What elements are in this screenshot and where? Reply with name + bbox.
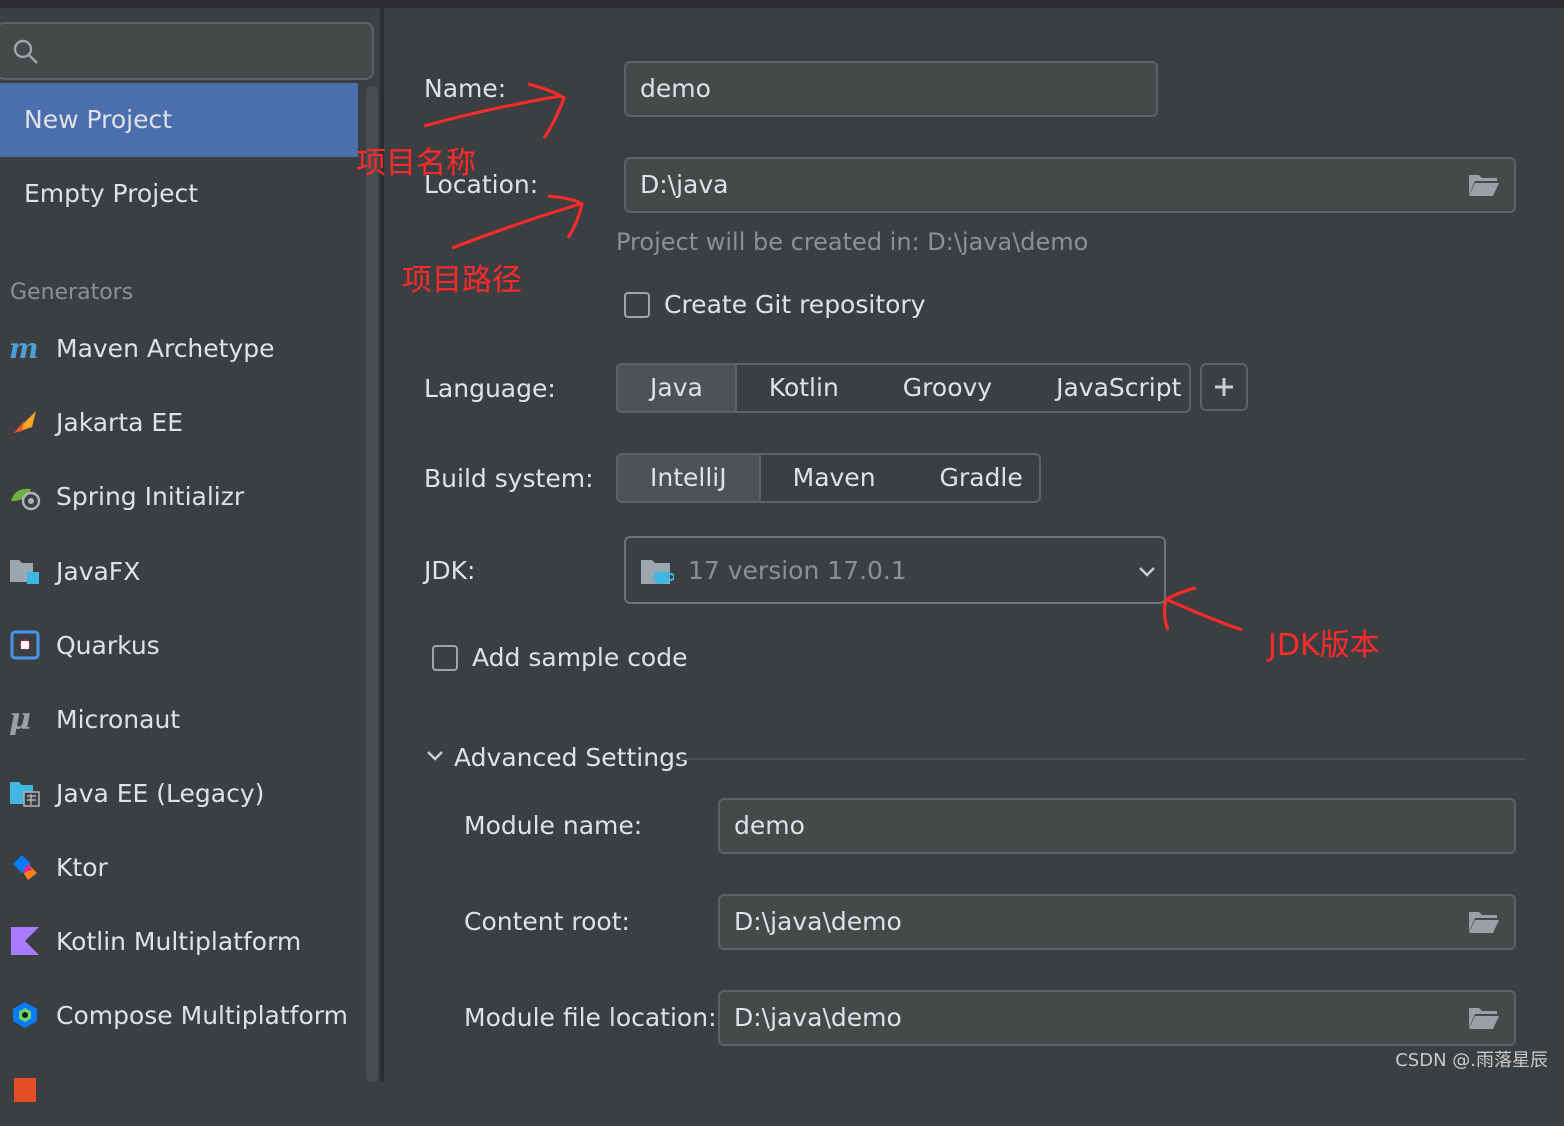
maven-icon: m bbox=[9, 332, 41, 364]
name-label: Name: bbox=[424, 74, 507, 103]
advanced-settings-divider bbox=[680, 758, 1525, 760]
kotlin-icon bbox=[9, 925, 41, 957]
generator-kotlin-multiplatform[interactable]: Kotlin Multiplatform bbox=[0, 904, 358, 978]
generator-html-partial[interactable] bbox=[0, 1052, 358, 1126]
location-input[interactable]: D:\java bbox=[624, 157, 1516, 213]
generator-ktor[interactable]: Ktor bbox=[0, 830, 358, 904]
language-option-javascript[interactable]: JavaScript bbox=[1024, 365, 1213, 411]
chevron-down-icon bbox=[1139, 567, 1155, 577]
generator-label: Jakarta EE bbox=[56, 407, 183, 437]
build-system-selector: IntelliJ Maven Gradle bbox=[616, 453, 1041, 503]
generator-label: Quarkus bbox=[56, 630, 160, 660]
name-input[interactable]: demo bbox=[624, 61, 1158, 117]
chevron-down-icon[interactable] bbox=[426, 749, 444, 763]
jdk-dropdown[interactable]: 17 version 17.0.1 bbox=[624, 536, 1166, 604]
generator-label: Ktor bbox=[56, 852, 108, 882]
watermark: CSDN @.雨落星辰 bbox=[1395, 1050, 1548, 1071]
folder-icon[interactable] bbox=[1468, 910, 1500, 934]
jdk-value: 17 version 17.0.1 bbox=[688, 556, 907, 585]
language-selector: Java Kotlin Groovy JavaScript bbox=[616, 363, 1191, 413]
advanced-settings-toggle[interactable]: Advanced Settings bbox=[454, 743, 688, 772]
language-option-java[interactable]: Java bbox=[618, 365, 737, 411]
add-sample-code-label[interactable]: Add sample code bbox=[472, 643, 687, 672]
generator-micronaut[interactable]: μ Micronaut bbox=[0, 682, 358, 756]
build-option-gradle[interactable]: Gradle bbox=[908, 455, 1055, 501]
module-name-label: Module name: bbox=[464, 811, 643, 840]
location-hint: Project will be created in: D:\java\demo bbox=[616, 228, 1089, 256]
new-project-form: Name: demo Location: D:\java Project wil… bbox=[384, 8, 1564, 1082]
annotation-project-name: 项目名称 bbox=[356, 146, 476, 181]
search-icon bbox=[13, 39, 38, 64]
quarkus-icon bbox=[9, 629, 41, 661]
jdk-folder-icon bbox=[641, 560, 674, 584]
generator-label: Micronaut bbox=[56, 704, 181, 734]
sidebar-scrollbar[interactable] bbox=[366, 86, 378, 1082]
content-root-value: D:\java\demo bbox=[734, 907, 902, 936]
jakarta-ee-icon bbox=[9, 406, 41, 438]
javafx-icon bbox=[9, 555, 41, 587]
generator-label: Compose Multiplatform bbox=[56, 1000, 348, 1030]
plus-icon bbox=[1215, 378, 1233, 396]
module-file-location-value: D:\java\demo bbox=[734, 1003, 902, 1032]
jdk-label: JDK: bbox=[424, 556, 476, 585]
content-root-input[interactable]: D:\java\demo bbox=[718, 894, 1516, 950]
generators-section-label: Generators bbox=[10, 280, 134, 305]
java-ee-icon bbox=[9, 777, 41, 809]
compose-icon bbox=[9, 999, 41, 1031]
language-option-kotlin[interactable]: Kotlin bbox=[737, 365, 871, 411]
location-value: D:\java bbox=[640, 170, 729, 199]
micronaut-icon: μ bbox=[9, 703, 41, 735]
generator-label: Maven Archetype bbox=[56, 333, 275, 363]
create-git-label[interactable]: Create Git repository bbox=[664, 290, 926, 319]
generator-label: Java EE (Legacy) bbox=[56, 778, 265, 808]
generator-spring-initializr[interactable]: Spring Initializr bbox=[0, 459, 358, 533]
annotation-jdk-version: JDK版本 bbox=[1268, 628, 1380, 663]
spring-icon bbox=[9, 480, 41, 512]
generator-jakarta-ee[interactable]: Jakarta EE bbox=[0, 385, 358, 459]
add-sample-code-checkbox[interactable] bbox=[432, 645, 458, 671]
generator-label: JavaFX bbox=[56, 556, 141, 586]
build-system-label: Build system: bbox=[424, 464, 594, 493]
html-icon bbox=[9, 1073, 41, 1105]
window-top-border bbox=[0, 0, 1564, 8]
nav-item-new-project[interactable]: New Project bbox=[0, 83, 358, 157]
build-option-maven[interactable]: Maven bbox=[761, 455, 908, 501]
language-option-groovy[interactable]: Groovy bbox=[871, 365, 1024, 411]
module-file-location-label: Module file location: bbox=[464, 1003, 717, 1032]
nav-item-empty-project[interactable]: Empty Project bbox=[0, 157, 358, 231]
sidebar: New Project Empty Project Generators m M… bbox=[0, 8, 380, 1102]
module-name-input[interactable]: demo bbox=[718, 798, 1516, 854]
content-root-label: Content root: bbox=[464, 907, 630, 936]
folder-icon[interactable] bbox=[1468, 1006, 1500, 1030]
generator-javafx[interactable]: JavaFX bbox=[0, 534, 358, 608]
annotation-project-path: 项目路径 bbox=[402, 263, 522, 298]
svg-text:m: m bbox=[9, 334, 39, 362]
generator-maven-archetype[interactable]: m Maven Archetype bbox=[0, 311, 358, 385]
folder-icon[interactable] bbox=[1468, 173, 1500, 197]
generator-compose-multiplatform[interactable]: Compose Multiplatform bbox=[0, 978, 358, 1052]
svg-text:μ: μ bbox=[9, 703, 31, 735]
generator-quarkus[interactable]: Quarkus bbox=[0, 608, 358, 682]
search-input[interactable] bbox=[0, 22, 374, 80]
create-git-checkbox[interactable] bbox=[624, 292, 650, 318]
build-option-intellij[interactable]: IntelliJ bbox=[618, 455, 761, 501]
generator-label: Spring Initializr bbox=[56, 481, 245, 511]
language-label: Language: bbox=[424, 374, 556, 403]
add-language-button[interactable] bbox=[1200, 363, 1248, 411]
generator-java-ee-legacy[interactable]: Java EE (Legacy) bbox=[0, 756, 358, 830]
module-file-location-input[interactable]: D:\java\demo bbox=[718, 990, 1516, 1046]
generator-label: Kotlin Multiplatform bbox=[56, 926, 302, 956]
ktor-icon bbox=[9, 851, 41, 883]
